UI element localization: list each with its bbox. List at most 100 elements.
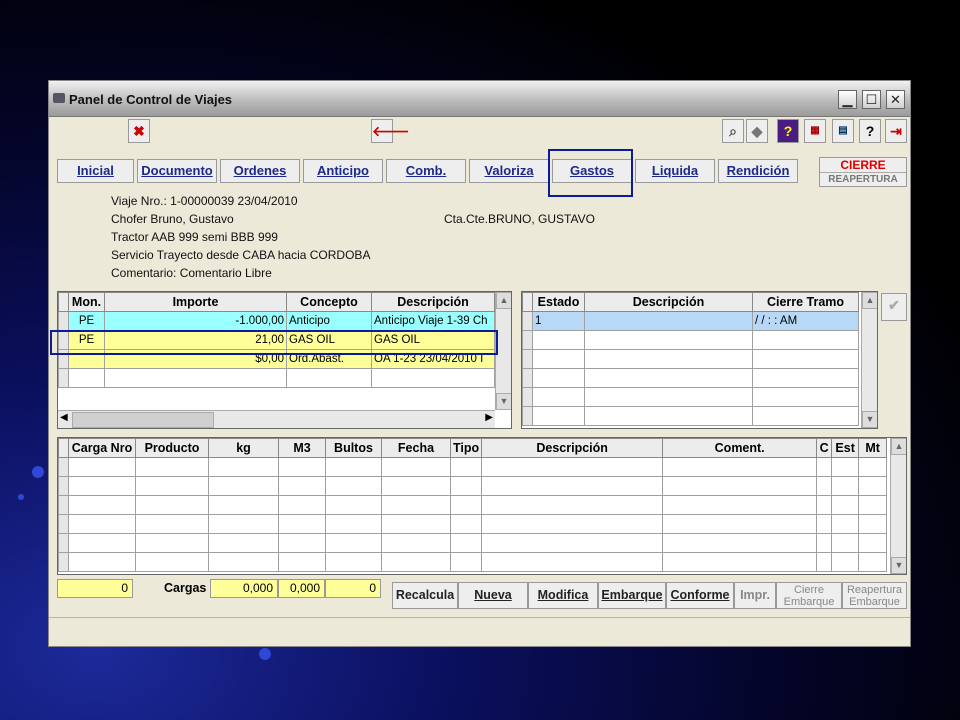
gastos-grid[interactable]: Mon. Importe Concepto Descripción PE -1.… [57, 291, 512, 429]
cell-mon[interactable]: PE [68, 311, 105, 331]
cell-descripcion[interactable]: Anticipo Viaje 1-39 Ch [371, 311, 495, 331]
tab-comb[interactable]: Comb. [386, 159, 466, 183]
close-button[interactable]: ✕ [886, 90, 905, 109]
table-row[interactable] [522, 349, 859, 369]
estado-grid[interactable]: Estado Descripción Cierre Tramo 1 / / : … [521, 291, 878, 429]
tab-valoriza[interactable]: Valoriza [469, 159, 549, 183]
col-descripcion[interactable]: Descripción [481, 438, 664, 458]
table-row[interactable] [58, 495, 888, 515]
col-bultos[interactable]: Bultos [325, 438, 382, 458]
estado-table: Estado Descripción Cierre Tramo 1 / / : … [522, 292, 859, 426]
exit-icon[interactable]: ⇥ [885, 119, 907, 143]
recalcula-button[interactable]: Recalcula [392, 582, 458, 609]
table-row[interactable] [522, 330, 859, 350]
viaje-info: Viaje Nro.: 1-00000039 23/04/2010 [111, 194, 298, 208]
modifica-button[interactable]: Modifica [528, 582, 598, 609]
table-row[interactable] [58, 552, 888, 572]
table-row[interactable] [522, 387, 859, 407]
check-icon[interactable]: ✔ [881, 293, 907, 321]
scroll-down-icon[interactable]: ▼ [496, 393, 511, 410]
table-row[interactable] [58, 457, 888, 477]
tab-inicial[interactable]: Inicial [57, 159, 134, 183]
binoculars-icon[interactable]: ⌕ [722, 119, 744, 143]
total-bultos: 0 [325, 579, 381, 598]
col-descripcion[interactable]: Descripción [584, 292, 753, 312]
reapertura-label: REAPERTURA [820, 172, 906, 186]
estado-vscroll[interactable]: ▲ ▼ [861, 292, 877, 428]
tractor-info: Tractor AAB 999 semi BBB 999 [111, 230, 278, 244]
impr-button[interactable]: Impr. [734, 582, 776, 609]
col-est[interactable]: Est [831, 438, 860, 458]
tab-ordenes[interactable]: Ordenes [220, 159, 300, 183]
cell-cierre-tramo[interactable]: / / : : AM [752, 311, 859, 331]
cell-importe[interactable]: -1.000,00 [104, 311, 287, 331]
cierre-reapertura-button[interactable]: CIERRE REAPERTURA [819, 157, 907, 187]
gastos-hscroll[interactable]: ◀ ▶ [58, 410, 495, 428]
help-button[interactable]: ? [859, 119, 881, 143]
reapertura-embarque-button[interactable]: Reapertura Embarque [842, 582, 907, 609]
table-row[interactable]: 1 / / : : AM [522, 311, 859, 331]
col-mt[interactable]: Mt [858, 438, 888, 458]
delete-icon[interactable]: ✖ [128, 119, 150, 143]
table-row[interactable] [58, 514, 888, 534]
col-mon[interactable]: Mon. [68, 292, 105, 312]
tag-icon[interactable]: ◆ [746, 119, 768, 143]
cierre-embarque-line1: Cierre [794, 584, 824, 596]
cierre-embarque-button[interactable]: Cierre Embarque [776, 582, 842, 609]
table-row[interactable] [522, 406, 859, 426]
col-kg[interactable]: kg [208, 438, 279, 458]
cell-concepto[interactable]: Anticipo [286, 311, 372, 331]
col-estado[interactable]: Estado [532, 292, 585, 312]
tab-documento[interactable]: Documento [137, 159, 217, 183]
cargas-grid[interactable]: Carga Nro Producto kg M3 Bultos Fecha Ti… [57, 437, 907, 575]
scroll-left-icon[interactable]: ◀ [60, 412, 68, 423]
ctacte-info: Cta.Cte.BRUNO, GUSTAVO [444, 212, 595, 226]
title-bar: Panel de Control de Viajes ▁ ☐ ✕ [49, 81, 910, 117]
tab-anticipo[interactable]: Anticipo [303, 159, 383, 183]
col-fecha[interactable]: Fecha [381, 438, 451, 458]
cell-estado[interactable]: 1 [532, 311, 585, 331]
col-importe[interactable]: Importe [104, 292, 287, 312]
app-icon [53, 93, 65, 103]
tab-rendicion[interactable]: Rendición [718, 159, 798, 183]
total-m3: 0,000 [278, 579, 325, 598]
scroll-down-icon[interactable]: ▼ [862, 411, 877, 428]
table-row[interactable] [58, 533, 888, 553]
col-producto[interactable]: Producto [135, 438, 209, 458]
scroll-right-icon[interactable]: ▶ [485, 412, 493, 423]
cargas-label: Cargas [164, 581, 207, 595]
col-m3[interactable]: M3 [278, 438, 326, 458]
scroll-down-icon[interactable]: ▼ [891, 557, 906, 574]
table-row[interactable] [58, 368, 495, 388]
cell-descripcion[interactable] [584, 311, 753, 331]
scroll-up-icon[interactable]: ▲ [496, 292, 511, 309]
calendar-icon[interactable]: ▦ [804, 119, 826, 143]
embarque-button[interactable]: Embarque [598, 582, 666, 609]
help-book-button[interactable]: ? [777, 119, 799, 143]
scroll-up-icon[interactable]: ▲ [862, 292, 877, 309]
reapertura-embarque-line1: Reapertura [846, 584, 903, 596]
col-concepto[interactable]: Concepto [286, 292, 372, 312]
nueva-button[interactable]: Nueva [458, 582, 528, 609]
back-arrow-button[interactable]: 🡐 [371, 119, 410, 143]
tab-liquida[interactable]: Liquida [635, 159, 715, 183]
calculator-icon[interactable]: ▤ [832, 119, 854, 143]
minimize-button[interactable]: ▁ [838, 90, 857, 109]
col-descripcion[interactable]: Descripción [371, 292, 495, 312]
conforme-button[interactable]: Conforme [666, 582, 734, 609]
maximize-button[interactable]: ☐ [862, 90, 881, 109]
comentario-info: Comentario: Comentario Libre [111, 266, 272, 280]
cierre-label: CIERRE [840, 158, 886, 172]
scroll-up-icon[interactable]: ▲ [891, 438, 906, 455]
table-row[interactable] [522, 368, 859, 388]
table-row[interactable] [58, 476, 888, 496]
table-row[interactable]: PE -1.000,00 Anticipo Anticipo Viaje 1-3… [58, 311, 495, 331]
col-carga-nro[interactable]: Carga Nro [68, 438, 136, 458]
cargas-vscroll[interactable]: ▲ ▼ [890, 438, 906, 574]
col-c[interactable]: C [816, 438, 833, 458]
app-window: Panel de Control de Viajes ▁ ☐ ✕ ✖ 🡐 ⌕ ◆… [48, 80, 911, 647]
scroll-thumb[interactable] [72, 412, 214, 428]
col-coment[interactable]: Coment. [662, 438, 818, 458]
col-tipo[interactable]: Tipo [449, 438, 483, 458]
col-cierre-tramo[interactable]: Cierre Tramo [752, 292, 859, 312]
